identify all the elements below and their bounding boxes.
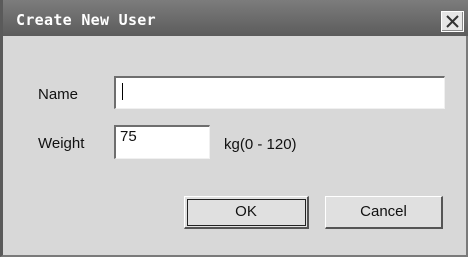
weight-unit-hint: kg(0 - 120) — [224, 136, 297, 153]
name-input[interactable] — [114, 76, 445, 109]
create-user-dialog: Create New User Name Weight 75 kg(0 - 12… — [0, 0, 468, 257]
title-bar[interactable]: Create New User — [3, 0, 468, 36]
close-icon — [446, 15, 459, 28]
cancel-button[interactable]: Cancel — [325, 196, 443, 229]
weight-input-value: 75 — [120, 128, 137, 145]
weight-input[interactable]: 75 — [114, 125, 210, 159]
dialog-title: Create New User — [16, 11, 156, 29]
close-button[interactable] — [441, 11, 464, 32]
weight-label: Weight — [38, 135, 85, 152]
name-label: Name — [38, 86, 79, 103]
ok-button[interactable]: OK — [184, 196, 309, 229]
text-caret — [122, 83, 123, 100]
